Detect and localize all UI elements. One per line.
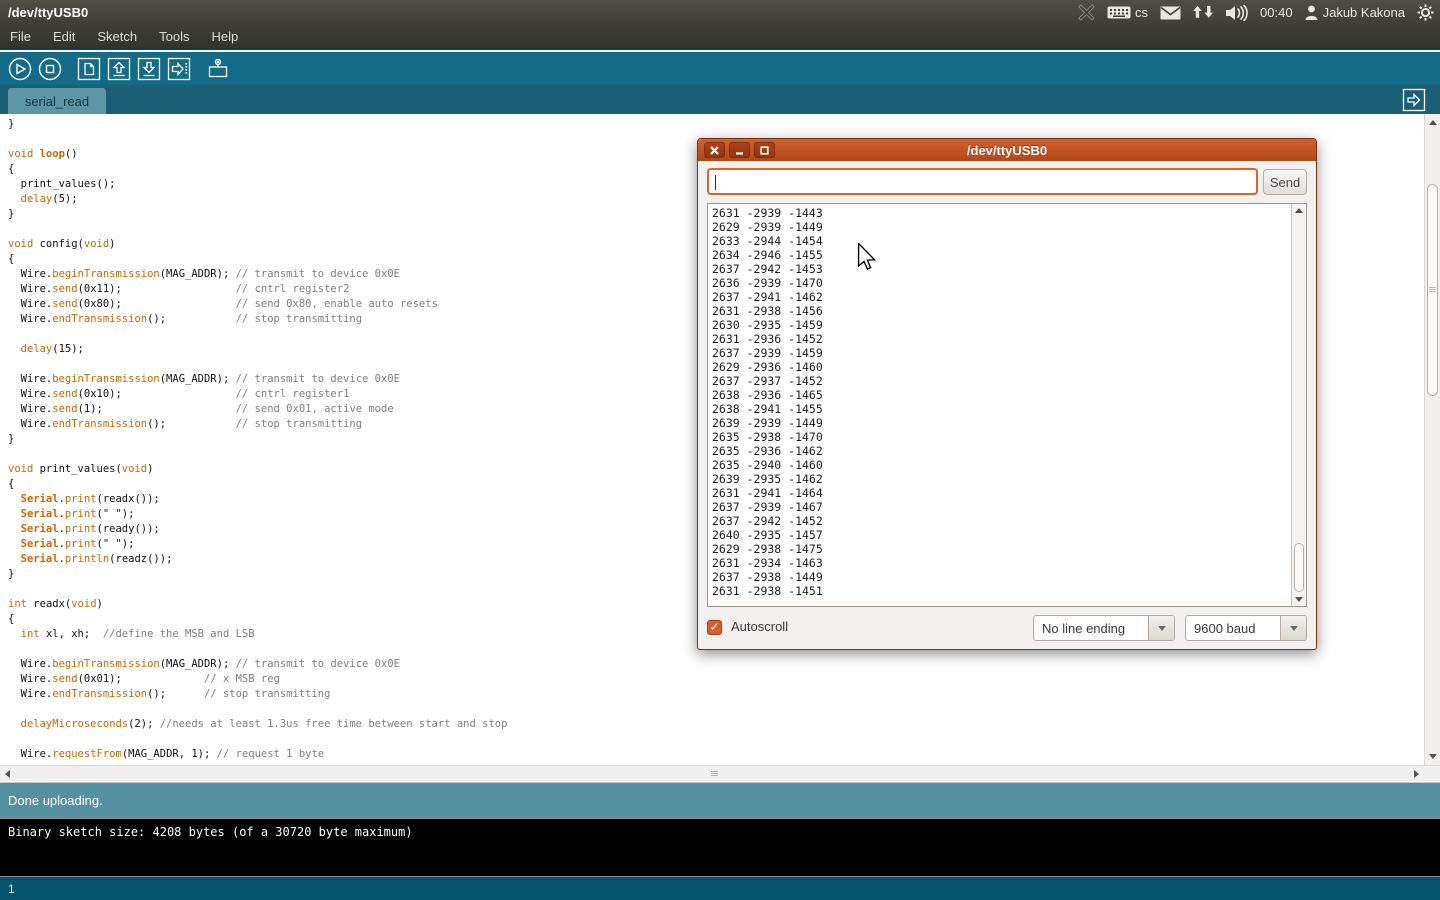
arrow-right-icon (1402, 88, 1426, 112)
send-label: Send (1270, 175, 1300, 190)
maximize-icon (760, 146, 769, 155)
keyboard-layout-indicator[interactable]: cs (1107, 5, 1148, 20)
new-icon (76, 56, 102, 82)
serial-window-titlebar[interactable]: /dev/ttyUSB0 (698, 139, 1316, 161)
stop-button[interactable] (36, 55, 63, 82)
autoscroll-label: Autoscroll (731, 619, 788, 634)
mail-icon[interactable] (1160, 6, 1181, 20)
menu-tools[interactable]: Tools (159, 29, 189, 44)
serial-controls-row: Autoscroll No line ending 9600 baud (707, 615, 1307, 641)
serial-monitor-button[interactable] (204, 55, 231, 82)
editor-horizontal-scrollbar[interactable] (0, 765, 1424, 781)
tab-serial-read[interactable]: serial_read (8, 88, 106, 114)
open-icon (106, 56, 132, 82)
keyboard-icon (1107, 6, 1131, 19)
line-number: 1 (8, 882, 15, 896)
stop-icon (37, 56, 63, 82)
line-ending-dropdown[interactable]: No line ending (1033, 615, 1175, 641)
tab-bar: serial_read (0, 85, 1440, 114)
gear-icon[interactable] (1417, 4, 1434, 21)
menu-edit[interactable]: Edit (53, 29, 75, 44)
close-button[interactable] (704, 142, 725, 158)
save-button[interactable] (135, 55, 162, 82)
top-panel: /dev/ttyUSB0 cs 00:40 Jakub Kakona (0, 0, 1440, 25)
serial-output-lines: 2631 -2939 -14432629 -2939 -14492633 -29… (712, 206, 1290, 606)
scroll-right-arrow[interactable] (1414, 770, 1419, 778)
baud-rate-dropdown[interactable]: 9600 baud (1185, 615, 1307, 641)
serial-output-area: 2631 -2939 -14432629 -2939 -14492633 -29… (707, 203, 1307, 607)
serial-vscroll-thumb[interactable] (1294, 543, 1304, 592)
minimize-icon (735, 146, 744, 155)
serial-input[interactable] (707, 168, 1258, 195)
status-bar: Done uploading. (0, 782, 1440, 818)
serial-window-title: /dev/ttyUSB0 (967, 143, 1047, 158)
upload-button[interactable] (165, 55, 192, 82)
chevron-down-icon[interactable] (1280, 616, 1306, 640)
upload-icon (166, 56, 192, 82)
user-icon (1305, 5, 1318, 20)
menu-help[interactable]: Help (211, 29, 238, 44)
menu-file[interactable]: File (10, 29, 31, 44)
serial-scroll-down-arrow[interactable] (1295, 597, 1303, 602)
editor-vertical-scrollbar[interactable] (1424, 114, 1440, 765)
serial-monitor-window: /dev/ttyUSB0 Send 2631 -2939 -14432629 -… (697, 138, 1317, 650)
status-message: Done uploading. (8, 793, 103, 808)
x-applet-icon[interactable] (1078, 4, 1095, 21)
scroll-down-arrow[interactable] (1429, 754, 1437, 759)
scrollbar-corner (1424, 765, 1440, 781)
text-caret (715, 175, 716, 190)
clock[interactable]: 00:40 (1260, 5, 1293, 20)
editor-hscroll-grip[interactable] (711, 771, 718, 776)
system-tray: cs 00:40 Jakub Kakona (1078, 0, 1434, 25)
user-menu[interactable]: Jakub Kakona (1305, 5, 1405, 20)
send-button[interactable]: Send (1263, 169, 1307, 195)
close-icon (710, 146, 719, 155)
tab-menu-button[interactable] (1402, 88, 1426, 112)
save-icon (136, 56, 162, 82)
verify-icon (7, 56, 33, 82)
new-sketch-button[interactable] (75, 55, 102, 82)
minimize-button[interactable] (729, 142, 750, 158)
open-button[interactable] (105, 55, 132, 82)
menu-bar: File Edit Sketch Tools Help (0, 25, 1440, 50)
verify-button[interactable] (6, 55, 33, 82)
line-number-bar: 1 (0, 877, 1440, 900)
keyboard-layout-label: cs (1135, 5, 1148, 20)
updown-arrows-icon[interactable] (1193, 5, 1213, 21)
maximize-button[interactable] (754, 142, 775, 158)
editor-vscroll-thumb[interactable] (1427, 184, 1438, 396)
autoscroll-checkbox[interactable] (707, 620, 722, 635)
arduino-ide-screen: /dev/ttyUSB0 cs 00:40 Jakub Kakona (0, 0, 1440, 900)
chevron-down-icon[interactable] (1148, 616, 1174, 640)
window-title: /dev/ttyUSB0 (8, 5, 88, 20)
tab-label: serial_read (25, 94, 89, 109)
menu-sketch[interactable]: Sketch (97, 29, 137, 44)
volume-icon[interactable] (1225, 5, 1248, 21)
line-ending-value: No line ending (1034, 616, 1148, 640)
username-label: Jakub Kakona (1323, 5, 1405, 20)
scroll-up-arrow[interactable] (1429, 120, 1437, 125)
console-output: Binary sketch size: 4208 bytes (of a 307… (0, 818, 1440, 877)
window-controls (704, 142, 775, 158)
toolbar (0, 52, 1440, 85)
serial-scroll-up-arrow[interactable] (1295, 208, 1303, 213)
baud-rate-value: 9600 baud (1186, 616, 1280, 640)
scroll-left-arrow[interactable] (5, 770, 10, 778)
mouse-cursor (857, 243, 877, 276)
serial-vertical-scrollbar[interactable] (1291, 204, 1306, 606)
console-text: Binary sketch size: 4208 bytes (of a 307… (8, 825, 413, 839)
serial-monitor-icon (204, 56, 231, 82)
